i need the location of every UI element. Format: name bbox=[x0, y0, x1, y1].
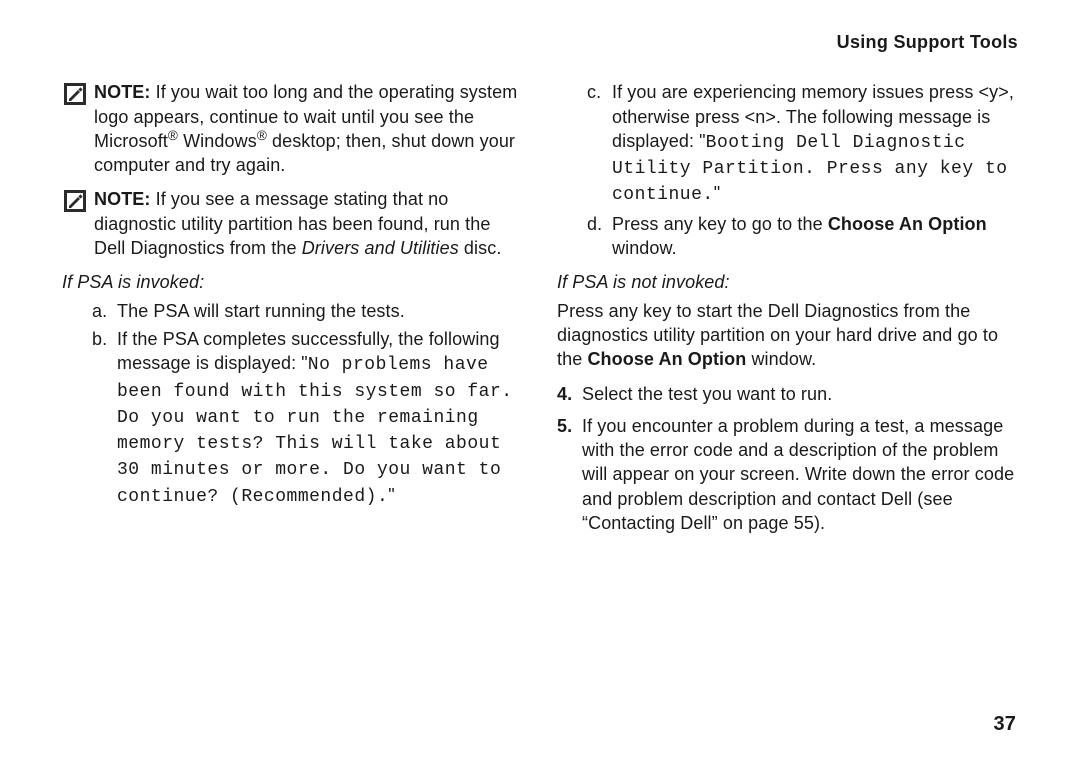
para-post: window. bbox=[746, 349, 816, 369]
note-2-text: NOTE: If you see a message stating that … bbox=[94, 187, 523, 260]
note-2-italic: Drivers and Utilities bbox=[302, 238, 459, 258]
psa-invoked-heading: If PSA is invoked: bbox=[62, 270, 523, 294]
list-item-b-mono: No problems have been found with this sy… bbox=[117, 355, 513, 506]
list-item-d-pre: Press any key to go to the bbox=[612, 214, 828, 234]
note-2-post: disc. bbox=[459, 238, 502, 258]
list-item-d-post: window. bbox=[612, 238, 677, 258]
step-4: 4. Select the test you want to run. bbox=[557, 382, 1018, 406]
psa-not-invoked-heading: If PSA is not invoked: bbox=[557, 270, 1018, 294]
note-icon bbox=[64, 190, 86, 212]
psa-invoked-list: a. The PSA will start running the tests.… bbox=[62, 299, 523, 509]
numbered-steps: 4. Select the test you want to run. 5. I… bbox=[557, 382, 1018, 536]
list-item-a: a. The PSA will start running the tests. bbox=[92, 299, 523, 323]
step-5: 5. If you encounter a problem during a t… bbox=[557, 414, 1018, 535]
registered-mark: ® bbox=[257, 128, 267, 143]
list-item-c-post: " bbox=[714, 183, 721, 203]
registered-mark: ® bbox=[168, 128, 178, 143]
step-marker: 4. bbox=[557, 382, 572, 406]
list-marker: b. bbox=[92, 327, 112, 351]
note-1-text: NOTE: If you wait too long and the opera… bbox=[94, 80, 523, 177]
page-header: Using Support Tools bbox=[62, 30, 1018, 54]
note-2: NOTE: If you see a message stating that … bbox=[62, 187, 523, 260]
list-item-d: d. Press any key to go to the Choose An … bbox=[587, 212, 1018, 261]
list-item-c: c. If you are experiencing memory issues… bbox=[587, 80, 1018, 207]
note-label: NOTE: bbox=[94, 189, 151, 209]
left-column: NOTE: If you wait too long and the opera… bbox=[62, 80, 523, 543]
two-column-layout: NOTE: If you wait too long and the opera… bbox=[62, 80, 1018, 543]
page-number: 37 bbox=[994, 711, 1016, 738]
manual-page: Using Support Tools NOTE: If you wait to… bbox=[0, 0, 1080, 766]
list-item-d-bold: Choose An Option bbox=[828, 214, 987, 234]
psa-not-invoked-para: Press any key to start the Dell Diagnost… bbox=[557, 299, 1018, 372]
list-item-b: b. If the PSA completes successfully, th… bbox=[92, 327, 523, 509]
psa-invoked-list-cont: c. If you are experiencing memory issues… bbox=[557, 80, 1018, 260]
note-1: NOTE: If you wait too long and the opera… bbox=[62, 80, 523, 177]
list-item-b-post: " bbox=[388, 485, 395, 505]
right-column: c. If you are experiencing memory issues… bbox=[557, 80, 1018, 543]
para-bold: Choose An Option bbox=[587, 349, 746, 369]
list-marker: a. bbox=[92, 299, 112, 323]
list-marker: c. bbox=[587, 80, 607, 104]
note-1-mid: Windows bbox=[178, 131, 257, 151]
note-icon bbox=[64, 83, 86, 105]
note-label: NOTE: bbox=[94, 82, 151, 102]
step-4-text: Select the test you want to run. bbox=[582, 384, 832, 404]
step-5-text: If you encounter a problem during a test… bbox=[582, 416, 1014, 533]
list-item-a-text: The PSA will start running the tests. bbox=[117, 301, 405, 321]
list-marker: d. bbox=[587, 212, 607, 236]
step-marker: 5. bbox=[557, 414, 572, 438]
